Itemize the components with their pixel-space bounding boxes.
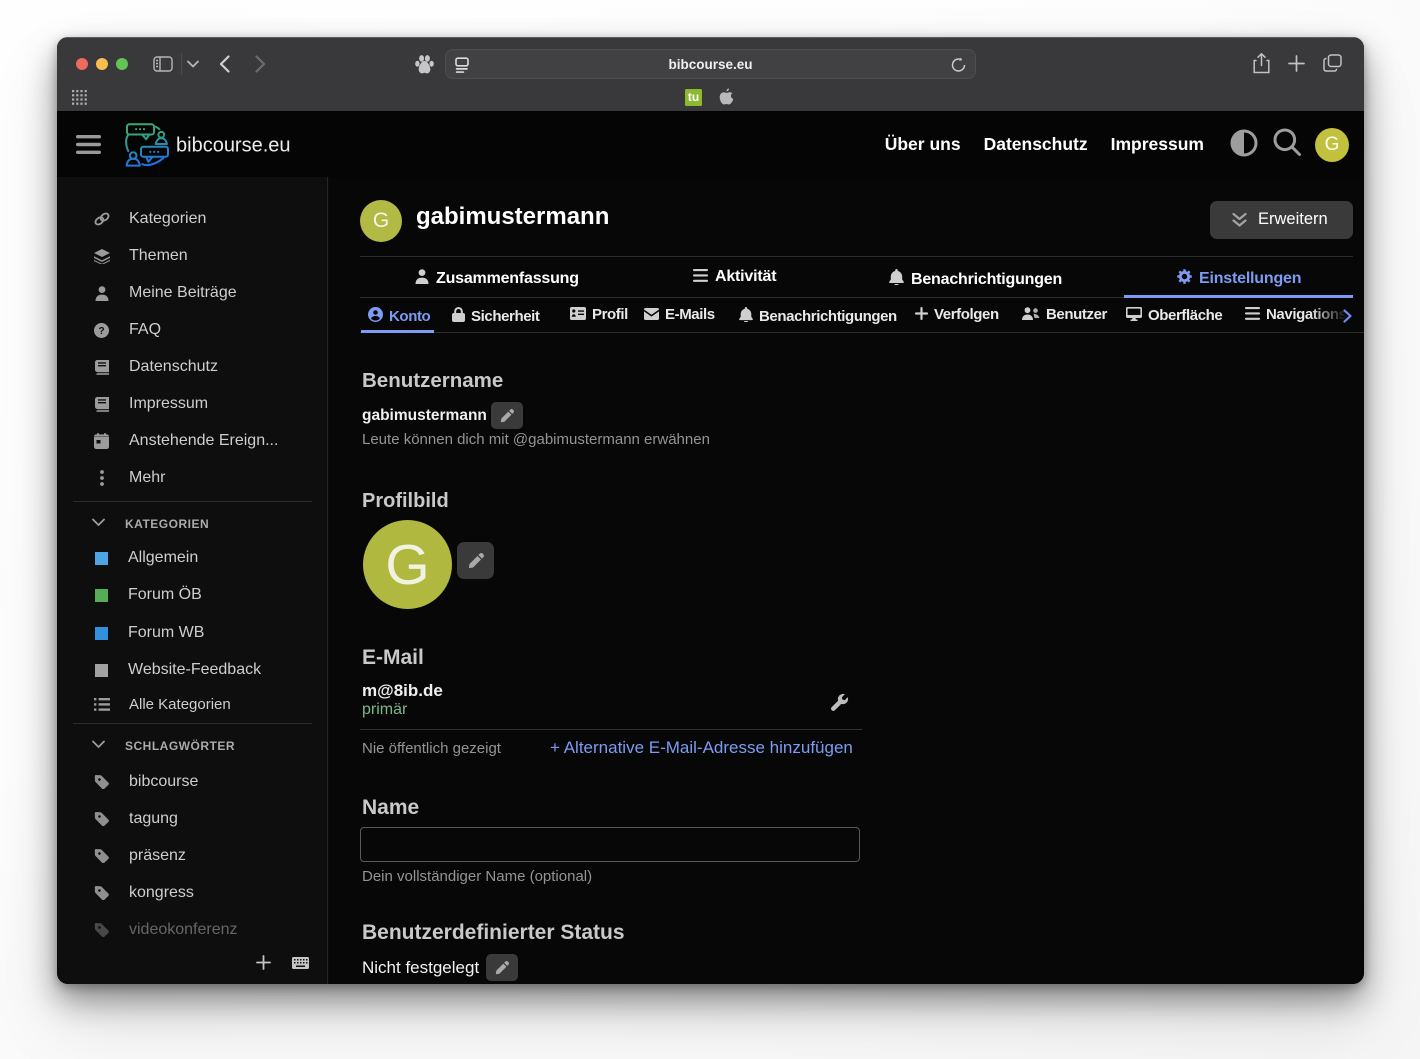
svg-text:?: ? — [98, 326, 104, 337]
